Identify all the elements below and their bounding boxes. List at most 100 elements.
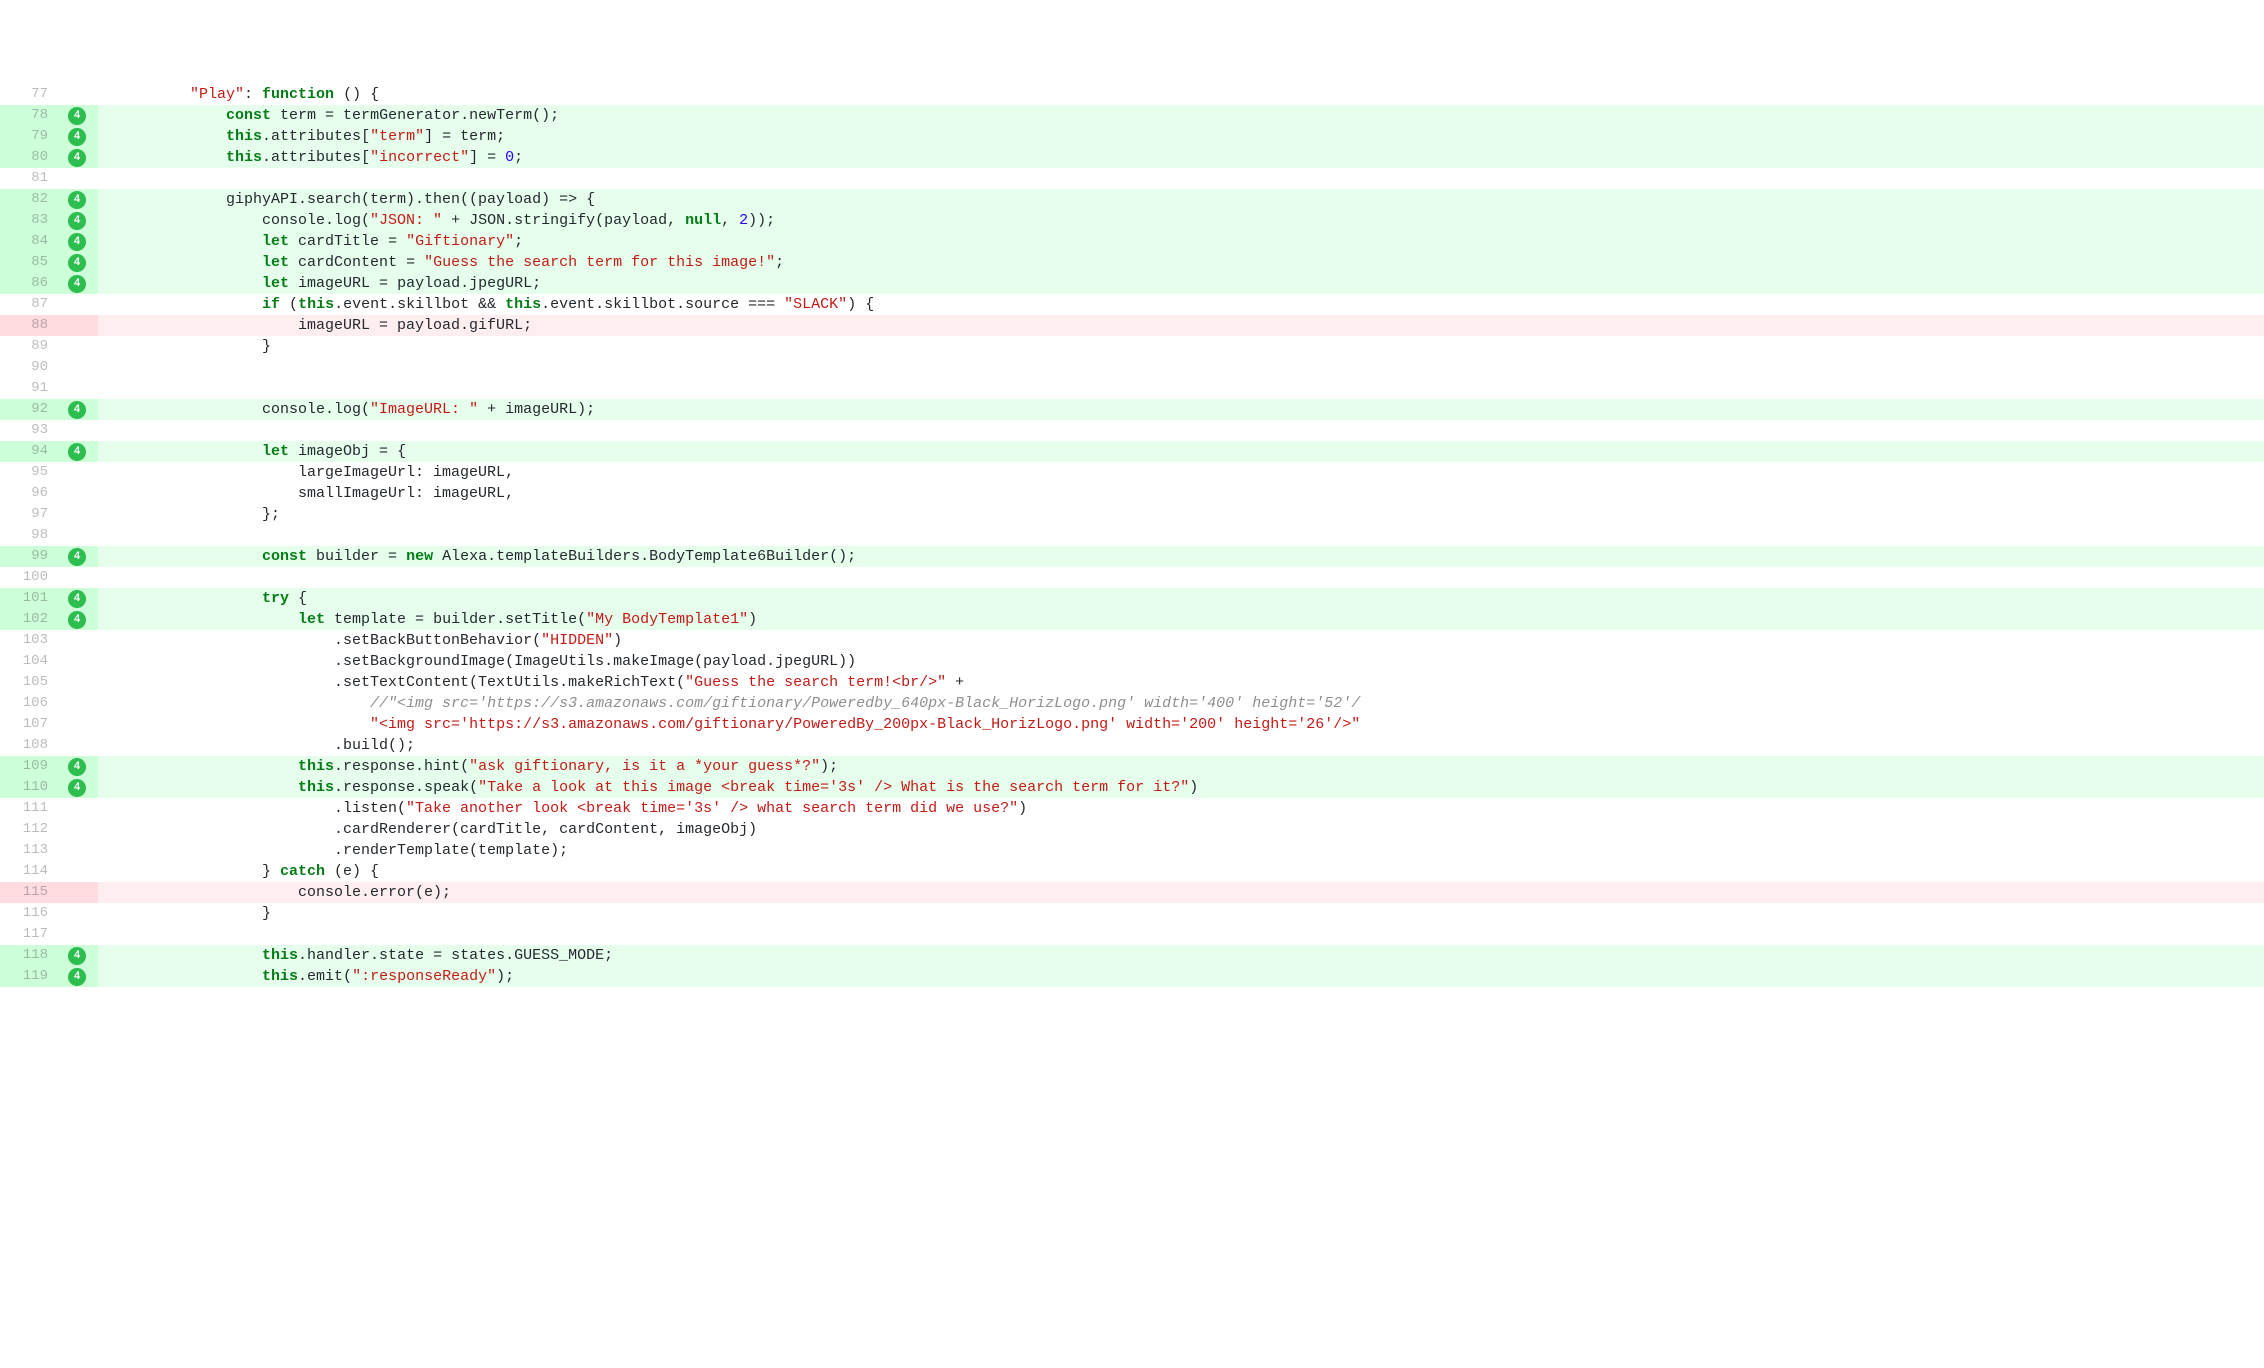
coverage-badge[interactable]: 4 xyxy=(68,254,86,272)
diff-line[interactable]: 112 .cardRenderer(cardTitle, cardContent… xyxy=(0,819,2264,840)
diff-line[interactable]: 794 this.attributes["term"] = term; xyxy=(0,126,2264,147)
diff-line[interactable]: 100 xyxy=(0,567,2264,588)
line-number[interactable]: 88 xyxy=(0,315,62,336)
diff-line[interactable]: 1194 this.emit(":responseReady"); xyxy=(0,966,2264,987)
line-number[interactable]: 80 xyxy=(0,147,62,168)
diff-line[interactable]: 93 xyxy=(0,420,2264,441)
line-number[interactable]: 94 xyxy=(0,441,62,462)
diff-line[interactable]: 97 }; xyxy=(0,504,2264,525)
coverage-badge[interactable]: 4 xyxy=(68,107,86,125)
line-number[interactable]: 83 xyxy=(0,210,62,231)
line-number[interactable]: 100 xyxy=(0,567,62,588)
line-number[interactable]: 81 xyxy=(0,168,62,189)
line-number[interactable]: 103 xyxy=(0,630,62,651)
diff-line[interactable]: 116 } xyxy=(0,903,2264,924)
line-number[interactable]: 101 xyxy=(0,588,62,609)
diff-line[interactable]: 95 largeImageUrl: imageURL, xyxy=(0,462,2264,483)
coverage-badge[interactable]: 4 xyxy=(68,275,86,293)
diff-line[interactable]: 924 console.log("ImageURL: " + imageURL)… xyxy=(0,399,2264,420)
diff-line[interactable]: 115 console.error(e); xyxy=(0,882,2264,903)
line-number[interactable]: 111 xyxy=(0,798,62,819)
coverage-badge[interactable]: 4 xyxy=(68,947,86,965)
coverage-badge[interactable]: 4 xyxy=(68,548,86,566)
diff-line[interactable]: 88 imageURL = payload.gifURL; xyxy=(0,315,2264,336)
coverage-badge[interactable]: 4 xyxy=(68,233,86,251)
line-number[interactable]: 85 xyxy=(0,252,62,273)
diff-line[interactable]: 89 } xyxy=(0,336,2264,357)
line-number[interactable]: 114 xyxy=(0,861,62,882)
line-number[interactable]: 82 xyxy=(0,189,62,210)
line-number[interactable]: 78 xyxy=(0,105,62,126)
diff-line[interactable]: 106 //"<img src='https://s3.amazonaws.co… xyxy=(0,693,2264,714)
diff-line[interactable]: 98 xyxy=(0,525,2264,546)
diff-line[interactable]: 854 let cardContent = "Guess the search … xyxy=(0,252,2264,273)
line-number[interactable]: 108 xyxy=(0,735,62,756)
line-number[interactable]: 86 xyxy=(0,273,62,294)
line-number[interactable]: 87 xyxy=(0,294,62,315)
diff-line[interactable]: 111 .listen("Take another look <break ti… xyxy=(0,798,2264,819)
coverage-badge[interactable]: 4 xyxy=(68,968,86,986)
diff-line[interactable]: 104 .setBackgroundImage(ImageUtils.makeI… xyxy=(0,651,2264,672)
diff-line[interactable]: 117 xyxy=(0,924,2264,945)
diff-line[interactable]: 804 this.attributes["incorrect"] = 0; xyxy=(0,147,2264,168)
line-number[interactable]: 107 xyxy=(0,714,62,735)
diff-line[interactable]: 784 const term = termGenerator.newTerm()… xyxy=(0,105,2264,126)
line-number[interactable]: 84 xyxy=(0,231,62,252)
coverage-badge[interactable]: 4 xyxy=(68,149,86,167)
diff-line[interactable]: 108 .build(); xyxy=(0,735,2264,756)
line-number[interactable]: 106 xyxy=(0,693,62,714)
line-number[interactable]: 95 xyxy=(0,462,62,483)
line-number[interactable]: 92 xyxy=(0,399,62,420)
coverage-badge[interactable]: 4 xyxy=(68,590,86,608)
diff-line[interactable]: 90 xyxy=(0,357,2264,378)
diff-line[interactable]: 103 .setBackButtonBehavior("HIDDEN") xyxy=(0,630,2264,651)
line-number[interactable]: 89 xyxy=(0,336,62,357)
line-number[interactable]: 118 xyxy=(0,945,62,966)
coverage-badge[interactable]: 4 xyxy=(68,443,86,461)
diff-line[interactable]: 1094 this.response.hint("ask giftionary,… xyxy=(0,756,2264,777)
line-number[interactable]: 99 xyxy=(0,546,62,567)
line-number[interactable]: 102 xyxy=(0,609,62,630)
line-number[interactable]: 113 xyxy=(0,840,62,861)
line-number[interactable]: 105 xyxy=(0,672,62,693)
coverage-badge[interactable]: 4 xyxy=(68,128,86,146)
line-number[interactable]: 116 xyxy=(0,903,62,924)
line-number[interactable]: 109 xyxy=(0,756,62,777)
line-number[interactable]: 115 xyxy=(0,882,62,903)
line-number[interactable]: 79 xyxy=(0,126,62,147)
diff-line[interactable]: 944 let imageObj = { xyxy=(0,441,2264,462)
diff-line[interactable]: 91 xyxy=(0,378,2264,399)
coverage-badge[interactable]: 4 xyxy=(68,758,86,776)
diff-line[interactable]: 1014 try { xyxy=(0,588,2264,609)
coverage-badge[interactable]: 4 xyxy=(68,212,86,230)
line-number[interactable]: 90 xyxy=(0,357,62,378)
diff-line[interactable]: 834 console.log("JSON: " + JSON.stringif… xyxy=(0,210,2264,231)
line-number[interactable]: 117 xyxy=(0,924,62,945)
line-number[interactable]: 97 xyxy=(0,504,62,525)
line-number[interactable]: 96 xyxy=(0,483,62,504)
diff-line[interactable]: 87 if (this.event.skillbot && this.event… xyxy=(0,294,2264,315)
line-number[interactable]: 110 xyxy=(0,777,62,798)
line-number[interactable]: 77 xyxy=(0,84,62,105)
diff-line[interactable]: 107 "<img src='https://s3.amazonaws.com/… xyxy=(0,714,2264,735)
diff-line[interactable]: 105 .setTextContent(TextUtils.makeRichTe… xyxy=(0,672,2264,693)
diff-line[interactable]: 1184 this.handler.state = states.GUESS_M… xyxy=(0,945,2264,966)
line-number[interactable]: 98 xyxy=(0,525,62,546)
coverage-badge[interactable]: 4 xyxy=(68,191,86,209)
diff-line[interactable]: 114 } catch (e) { xyxy=(0,861,2264,882)
line-number[interactable]: 91 xyxy=(0,378,62,399)
diff-line[interactable]: 113 .renderTemplate(template); xyxy=(0,840,2264,861)
diff-line[interactable]: 1104 this.response.speak("Take a look at… xyxy=(0,777,2264,798)
diff-line[interactable]: 1024 let template = builder.setTitle("My… xyxy=(0,609,2264,630)
diff-line[interactable]: 824 giphyAPI.search(term).then((payload)… xyxy=(0,189,2264,210)
diff-line[interactable]: 77 "Play": function () { xyxy=(0,84,2264,105)
diff-line[interactable]: 844 let cardTitle = "Giftionary"; xyxy=(0,231,2264,252)
diff-line[interactable]: 96 smallImageUrl: imageURL, xyxy=(0,483,2264,504)
line-number[interactable]: 119 xyxy=(0,966,62,987)
coverage-badge[interactable]: 4 xyxy=(68,779,86,797)
diff-line[interactable]: 864 let imageURL = payload.jpegURL; xyxy=(0,273,2264,294)
line-number[interactable]: 112 xyxy=(0,819,62,840)
line-number[interactable]: 104 xyxy=(0,651,62,672)
line-number[interactable]: 93 xyxy=(0,420,62,441)
diff-line[interactable]: 994 const builder = new Alexa.templateBu… xyxy=(0,546,2264,567)
